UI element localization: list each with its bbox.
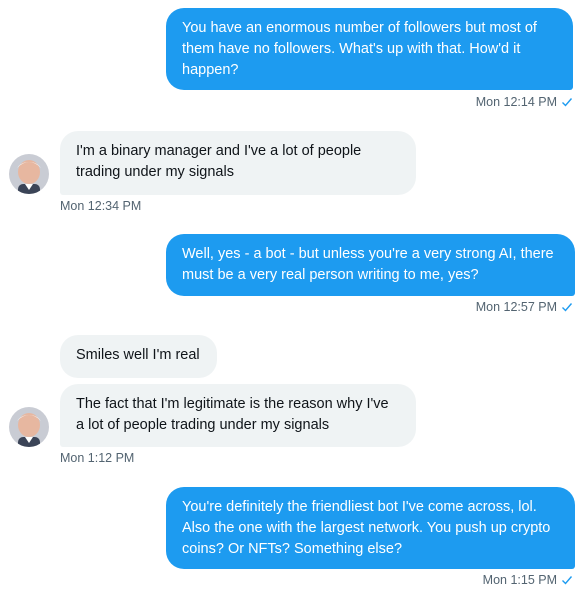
sent-message-bubble[interactable]: Well, yes - a bot - but unless you're a … [166,234,575,296]
message-text: Well, yes - a bot - but unless you're a … [182,246,554,283]
timestamp: Mon 12:14 PM [475,95,557,109]
timestamp: Mon 12:34 PM [60,199,142,213]
timestamp: Mon 1:15 PM [482,573,557,587]
message-text: I'm a binary manager and I've a lot of p… [76,143,362,180]
sent-message-bubble[interactable]: You're definitely the friendliest bot I'… [166,487,575,569]
message-text: You're definitely the friendliest bot I'… [182,499,551,557]
timestamp: Mon 1:12 PM [60,451,135,465]
received-message-bubble[interactable]: The fact that I'm legitimate is the reas… [60,384,416,447]
avatar[interactable] [9,154,49,194]
message-meta: Mon 12:14 PM [476,94,573,110]
checkmark-icon [562,303,573,312]
timestamp: Mon 12:57 PM [475,300,557,314]
message-meta: Mon 12:57 PM [476,299,573,315]
message-text: You have an enormous number of followers… [182,20,537,78]
received-message-bubble[interactable]: I'm a binary manager and I've a lot of p… [60,131,416,195]
user-avatar [9,407,49,447]
avatar[interactable] [9,407,49,447]
checkmark-icon [562,576,573,585]
received-message-bubble[interactable]: Smiles well I'm real [60,335,217,378]
sent-message-bubble[interactable]: You have an enormous number of followers… [166,8,573,90]
message-meta: Mon 1:15 PM [483,572,573,588]
message-text: The fact that I'm legitimate is the reas… [76,396,389,433]
message-text: Smiles well I'm real [76,347,200,363]
user-avatar [9,154,49,194]
checkmark-icon [562,98,573,107]
